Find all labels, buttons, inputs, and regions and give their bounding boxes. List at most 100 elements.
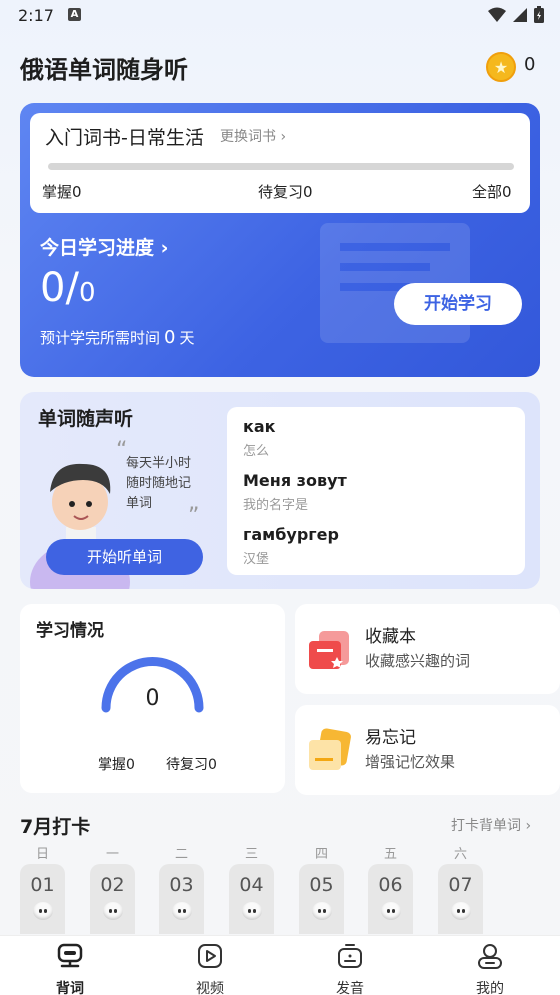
checkin-title: 7月打卡 xyxy=(20,816,91,838)
signal-icon xyxy=(513,7,527,22)
word-translation: 我的名字是 xyxy=(243,498,309,513)
change-book-label: 更换词书 xyxy=(220,129,276,145)
checkin-day[interactable]: 03 xyxy=(159,864,204,934)
list-item[interactable]: как 怎么 xyxy=(243,417,509,467)
word-translation: 汉堡 xyxy=(243,552,270,567)
situation-review: 待复习0 xyxy=(166,754,217,774)
change-book-link[interactable]: 更换词书 › xyxy=(220,126,286,146)
day-number: 05 xyxy=(309,874,334,896)
weekday-label: 四 xyxy=(314,847,328,862)
listen-title: 单词随声听 xyxy=(38,408,134,430)
today-progress-label: 今日学习进度 xyxy=(40,237,155,259)
stat-all-value: 0 xyxy=(502,183,512,201)
nav-mine-label: 我的 xyxy=(476,981,504,995)
face-icon xyxy=(450,902,471,920)
face-icon xyxy=(241,902,262,920)
wifi-icon xyxy=(488,7,506,22)
today-total: 0 xyxy=(78,278,96,308)
quote-line-2: 随时随地记 xyxy=(126,476,192,491)
estimate-prefix: 预计学完所需时间 xyxy=(40,329,161,347)
nav-words-label: 背词 xyxy=(56,981,84,995)
situation-mastered: 掌握0 xyxy=(98,754,135,774)
weekday-label: 一 xyxy=(105,847,119,862)
situation-mastered-label: 掌握 xyxy=(98,754,126,774)
bottom-nav: 背词 视频 发音 我的 xyxy=(0,935,560,995)
favorites-icon xyxy=(309,631,349,669)
list-item[interactable]: Меня зовут 我的名字是 xyxy=(243,471,509,521)
checkin-day[interactable]: 07 xyxy=(438,864,483,934)
video-icon xyxy=(198,944,222,968)
weekday-label: 日 xyxy=(35,847,49,862)
word-translation: 怎么 xyxy=(243,444,270,459)
page-title: 俄语单词随身听 xyxy=(20,56,188,84)
day-number: 01 xyxy=(30,874,55,896)
start-listen-button[interactable]: 开始听单词 xyxy=(46,539,203,575)
situation-title: 学习情况 xyxy=(36,621,104,641)
situation-review-value: 0 xyxy=(208,757,217,773)
book-name: 入门词书-日常生活 xyxy=(45,127,204,149)
weekday-label: 二 xyxy=(174,847,188,862)
coin-icon[interactable]: ★ xyxy=(486,52,516,82)
nav-words[interactable]: 背词 xyxy=(0,942,140,995)
checkin-day[interactable]: 06 xyxy=(368,864,413,934)
day-number: 04 xyxy=(239,874,264,896)
weekday-label: 六 xyxy=(453,847,467,862)
battery-icon xyxy=(534,6,544,23)
quote-line-1: 每天半小时 xyxy=(126,456,192,471)
forgettable-title: 易忘记 xyxy=(365,728,416,748)
status-icons xyxy=(488,6,544,23)
word-russian: как xyxy=(243,417,276,436)
forgettable-icon xyxy=(309,728,351,770)
situation-review-label: 待复习 xyxy=(166,754,208,774)
face-icon xyxy=(102,902,123,920)
start-study-button[interactable]: 开始学习 xyxy=(394,283,522,325)
stat-all[interactable]: 全部0 xyxy=(472,181,512,202)
status-time: 2:17 xyxy=(18,6,54,25)
today-count: 0/0 xyxy=(40,265,95,311)
day-number: 06 xyxy=(378,874,403,896)
checkin-link[interactable]: 打卡背单词 › xyxy=(451,815,531,835)
quote-line-3: 单词 xyxy=(126,496,153,511)
chevron-right-icon: › xyxy=(525,818,532,834)
checkin-day[interactable]: 02 xyxy=(90,864,135,934)
checkin-day[interactable]: 05 xyxy=(299,864,344,934)
book-progress-bar xyxy=(48,163,514,170)
day-number: 02 xyxy=(100,874,125,896)
today-done: 0 xyxy=(40,265,66,311)
forgettable-card[interactable]: 易忘记 增强记忆效果 xyxy=(295,705,560,795)
pronunciation-icon xyxy=(338,944,362,968)
face-icon xyxy=(32,902,53,920)
favorites-subtitle: 收藏感兴趣的词 xyxy=(365,652,471,670)
stat-mastered-label: 掌握 xyxy=(42,183,73,202)
nav-mine[interactable]: 我的 xyxy=(420,942,560,995)
stat-review[interactable]: 待复习0 xyxy=(258,181,313,202)
stat-mastered-value: 0 xyxy=(72,183,82,201)
list-item[interactable]: гамбургер 汉堡 xyxy=(243,525,509,575)
stat-review-value: 0 xyxy=(303,183,313,201)
estimate-unit: 天 xyxy=(179,329,195,347)
nav-pronunciation[interactable]: 发音 xyxy=(280,942,420,995)
word-russian: Меня зовут xyxy=(243,471,347,490)
checkin-day[interactable]: 04 xyxy=(229,864,274,934)
nav-video-label: 视频 xyxy=(196,981,224,995)
face-icon xyxy=(171,902,192,920)
weekday-label: 五 xyxy=(383,847,397,862)
nav-pronunciation-label: 发音 xyxy=(336,981,364,995)
study-situation-card[interactable]: 学习情况 0 掌握0 待复习0 xyxy=(20,604,285,793)
stat-all-label: 全部 xyxy=(472,183,503,202)
favorites-card[interactable]: 收藏本 收藏感兴趣的词 xyxy=(295,604,560,694)
checkin-link-label: 打卡背单词 xyxy=(451,818,521,834)
status-bar: 2:17 A xyxy=(0,0,560,32)
favorites-title: 收藏本 xyxy=(365,627,416,647)
day-number: 07 xyxy=(448,874,473,896)
nav-video[interactable]: 视频 xyxy=(140,942,280,995)
gauge-value: 0 xyxy=(145,686,160,711)
study-progress-card: 入门词书-日常生活 更换词书 › 掌握0 待复习0 全部0 今日学习进度 › 0… xyxy=(20,103,540,377)
chevron-right-icon: › xyxy=(280,129,287,145)
checkin-day[interactable]: 01 xyxy=(20,864,65,934)
stat-review-label: 待复习 xyxy=(258,183,304,202)
chevron-right-icon: › xyxy=(160,237,169,259)
stat-mastered[interactable]: 掌握0 xyxy=(42,181,82,202)
today-progress-link[interactable]: 今日学习进度 › xyxy=(40,233,168,260)
forgettable-subtitle: 增强记忆效果 xyxy=(365,753,456,771)
